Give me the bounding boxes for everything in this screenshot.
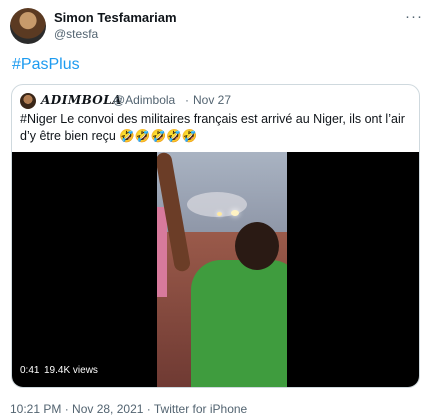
- separator-dot: ·: [185, 93, 189, 107]
- video-player[interactable]: 0:41 19.4K views: [12, 152, 419, 387]
- quoted-tweet[interactable]: 𝑨𝑫𝑰𝑴𝑩𝑶𝑳𝑨 @Adimbola · Nov 27 #Niger Le co…: [11, 84, 420, 388]
- headlight: [217, 212, 222, 216]
- quoted-text: #Niger Le convoi des militaires français…: [20, 112, 405, 143]
- headlight: [231, 210, 239, 216]
- tweet-meta[interactable]: 10:21 PM · Nov 28, 2021 · Twitter for iP…: [10, 402, 247, 416]
- hashtag-link[interactable]: #PasPlus: [12, 56, 80, 74]
- author-avatar[interactable]: [10, 8, 46, 44]
- quoted-author-name: 𝑨𝑫𝑰𝑴𝑩𝑶𝑳𝑨: [41, 93, 122, 107]
- author-handle[interactable]: @stesfa: [54, 27, 98, 41]
- green-shirt-person: [191, 260, 287, 387]
- quoted-date: Nov 27: [193, 93, 232, 107]
- video-views: 19.4K views: [44, 365, 98, 376]
- video-time: 0:41: [20, 365, 40, 376]
- person-head: [235, 222, 279, 270]
- quoted-author-avatar: [20, 93, 36, 109]
- video-frame: [157, 152, 287, 387]
- tweet-card: Simon Tesfamariam @stesfa ··· #PasPlus 𝑨…: [0, 0, 433, 420]
- author-name[interactable]: Simon Tesfamariam: [54, 10, 177, 25]
- quoted-author-handle: @Adimbola: [113, 93, 176, 107]
- more-options-icon[interactable]: ···: [405, 8, 423, 25]
